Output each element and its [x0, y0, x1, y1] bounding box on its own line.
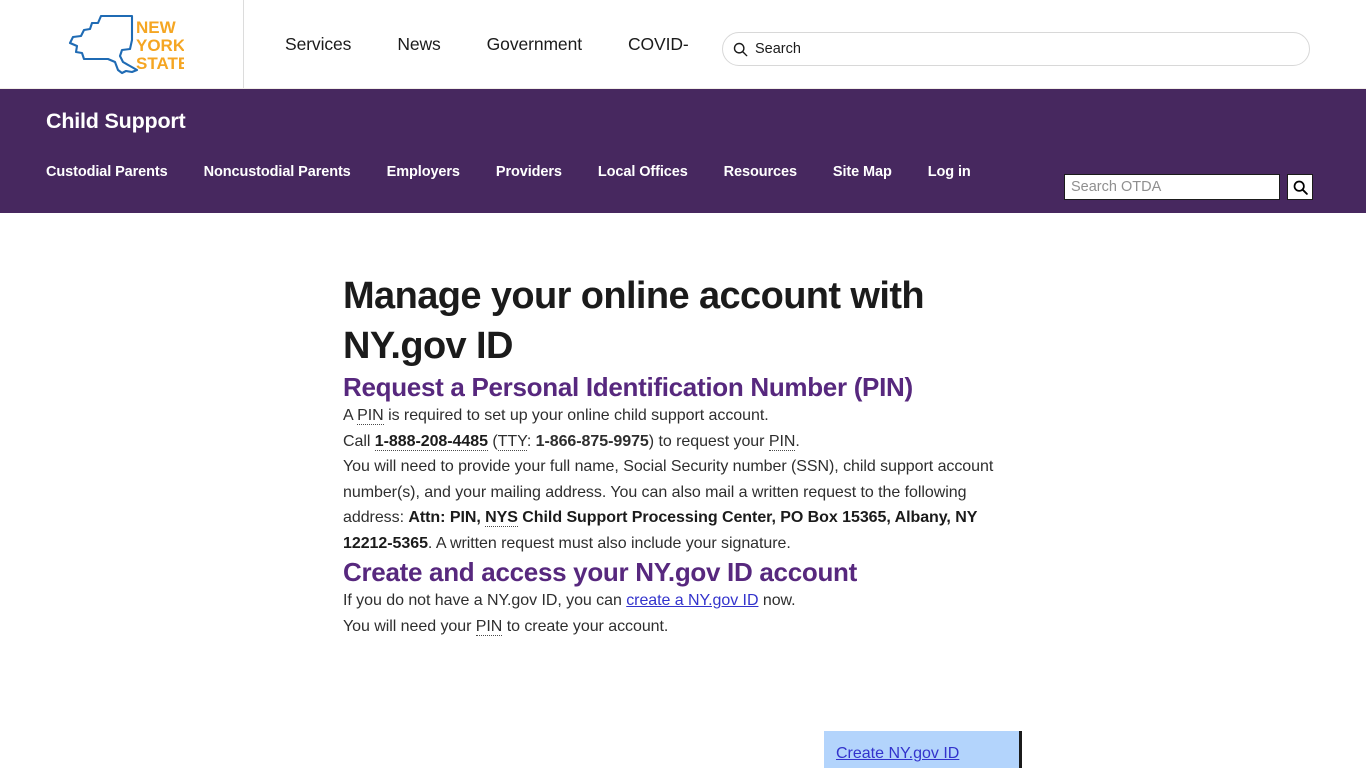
content-column: Manage your online account with NY.gov I… — [343, 271, 1003, 639]
paragraph-mailing-instructions: You will need to provide your full name,… — [343, 454, 1003, 556]
text-fragment: : — [526, 432, 536, 450]
abbr-nys[interactable]: NYS — [485, 509, 518, 527]
agency-nav: Custodial Parents Noncustodial Parents E… — [46, 164, 1007, 180]
paragraph-call-phone: Call 1-888-208-4485 (TTY: 1-866-875-9975… — [343, 429, 1003, 455]
page-title: Manage your online account with NY.gov I… — [343, 275, 925, 367]
agency-nav-item-custodial-parents[interactable]: Custodial Parents — [46, 164, 168, 180]
otda-search-button[interactable] — [1287, 174, 1313, 200]
nys-global-header: NEW YORK STATE Services News Government … — [0, 0, 1366, 89]
abbr-tty[interactable]: TTY — [497, 432, 527, 451]
agency-nav-item-log-in[interactable]: Log in — [928, 164, 971, 180]
global-search-placeholder: Search — [755, 41, 801, 57]
global-search-box[interactable]: Search — [722, 32, 1310, 66]
text-fragment: Call — [343, 432, 375, 450]
global-nav-item-covid[interactable]: COVID- — [628, 34, 689, 55]
agency-nav-item-noncustodial-parents[interactable]: Noncustodial Parents — [204, 164, 351, 180]
page-body: Manage your online account with NY.gov I… — [0, 213, 1366, 769]
global-nav-item-services[interactable]: Services — [285, 34, 351, 55]
link-create-a-nygov-id[interactable]: create a NY.gov ID — [626, 592, 758, 609]
abbr-pin[interactable]: PIN — [357, 407, 384, 425]
text-fragment: to create your account. — [502, 617, 669, 635]
agency-nav-item-resources[interactable]: Resources — [724, 164, 797, 180]
global-nav-item-news[interactable]: News — [397, 34, 440, 55]
abbr-pin[interactable]: PIN — [768, 432, 795, 451]
agency-title-child-support[interactable]: Child Support — [46, 109, 186, 134]
svg-text:STATE: STATE — [136, 54, 184, 73]
text-fragment: is required to set up your online child … — [383, 407, 769, 424]
agency-nav-item-providers[interactable]: Providers — [496, 164, 562, 180]
svg-text:NEW: NEW — [136, 18, 177, 37]
text-fragment: . A written request must also include yo… — [427, 534, 791, 552]
link-create-nygov-id[interactable]: Create NY.gov ID — [836, 745, 959, 763]
text-caret — [1019, 731, 1022, 768]
section-heading-request-pin: Request a Personal Identification Number… — [343, 372, 913, 402]
nys-logo-link[interactable]: NEW YORK STATE — [0, 0, 244, 88]
otda-search-input[interactable] — [1064, 174, 1280, 200]
paragraph-create-account: If you do not have a NY.gov ID, you can … — [343, 588, 813, 639]
svg-text:YORK: YORK — [136, 36, 184, 55]
create-nygov-id-callout[interactable]: Create NY.gov ID — [824, 731, 1020, 768]
text-fragment: ) to request your — [648, 432, 769, 450]
text-fragment: ( — [487, 432, 498, 450]
mailing-address-part-1: Attn: PIN, — [408, 509, 486, 526]
text-fragment: A — [343, 407, 358, 424]
agency-nav-item-site-map[interactable]: Site Map — [833, 164, 892, 180]
search-icon — [733, 42, 748, 56]
agency-nav-item-employers[interactable]: Employers — [387, 164, 460, 180]
text-fragment: . — [795, 432, 800, 450]
search-icon — [1293, 180, 1308, 195]
paragraph-pin-required: A PIN is required to set up your online … — [343, 403, 1003, 429]
global-nav-item-government[interactable]: Government — [487, 34, 582, 55]
new-york-state-logo: NEW YORK STATE — [68, 14, 184, 75]
agency-nav-item-local-offices[interactable]: Local Offices — [598, 164, 688, 180]
text-fragment: If you do not have a NY.gov ID, you can — [343, 592, 627, 609]
phone-number-main: 1-888-208-4485 — [374, 432, 488, 451]
phone-number-tty: 1-866-875-9975 — [535, 432, 649, 450]
otda-search-form — [1064, 174, 1313, 200]
abbr-pin[interactable]: PIN — [475, 617, 502, 636]
section-heading-create-account: Create and access your NY.gov ID account — [343, 557, 857, 587]
